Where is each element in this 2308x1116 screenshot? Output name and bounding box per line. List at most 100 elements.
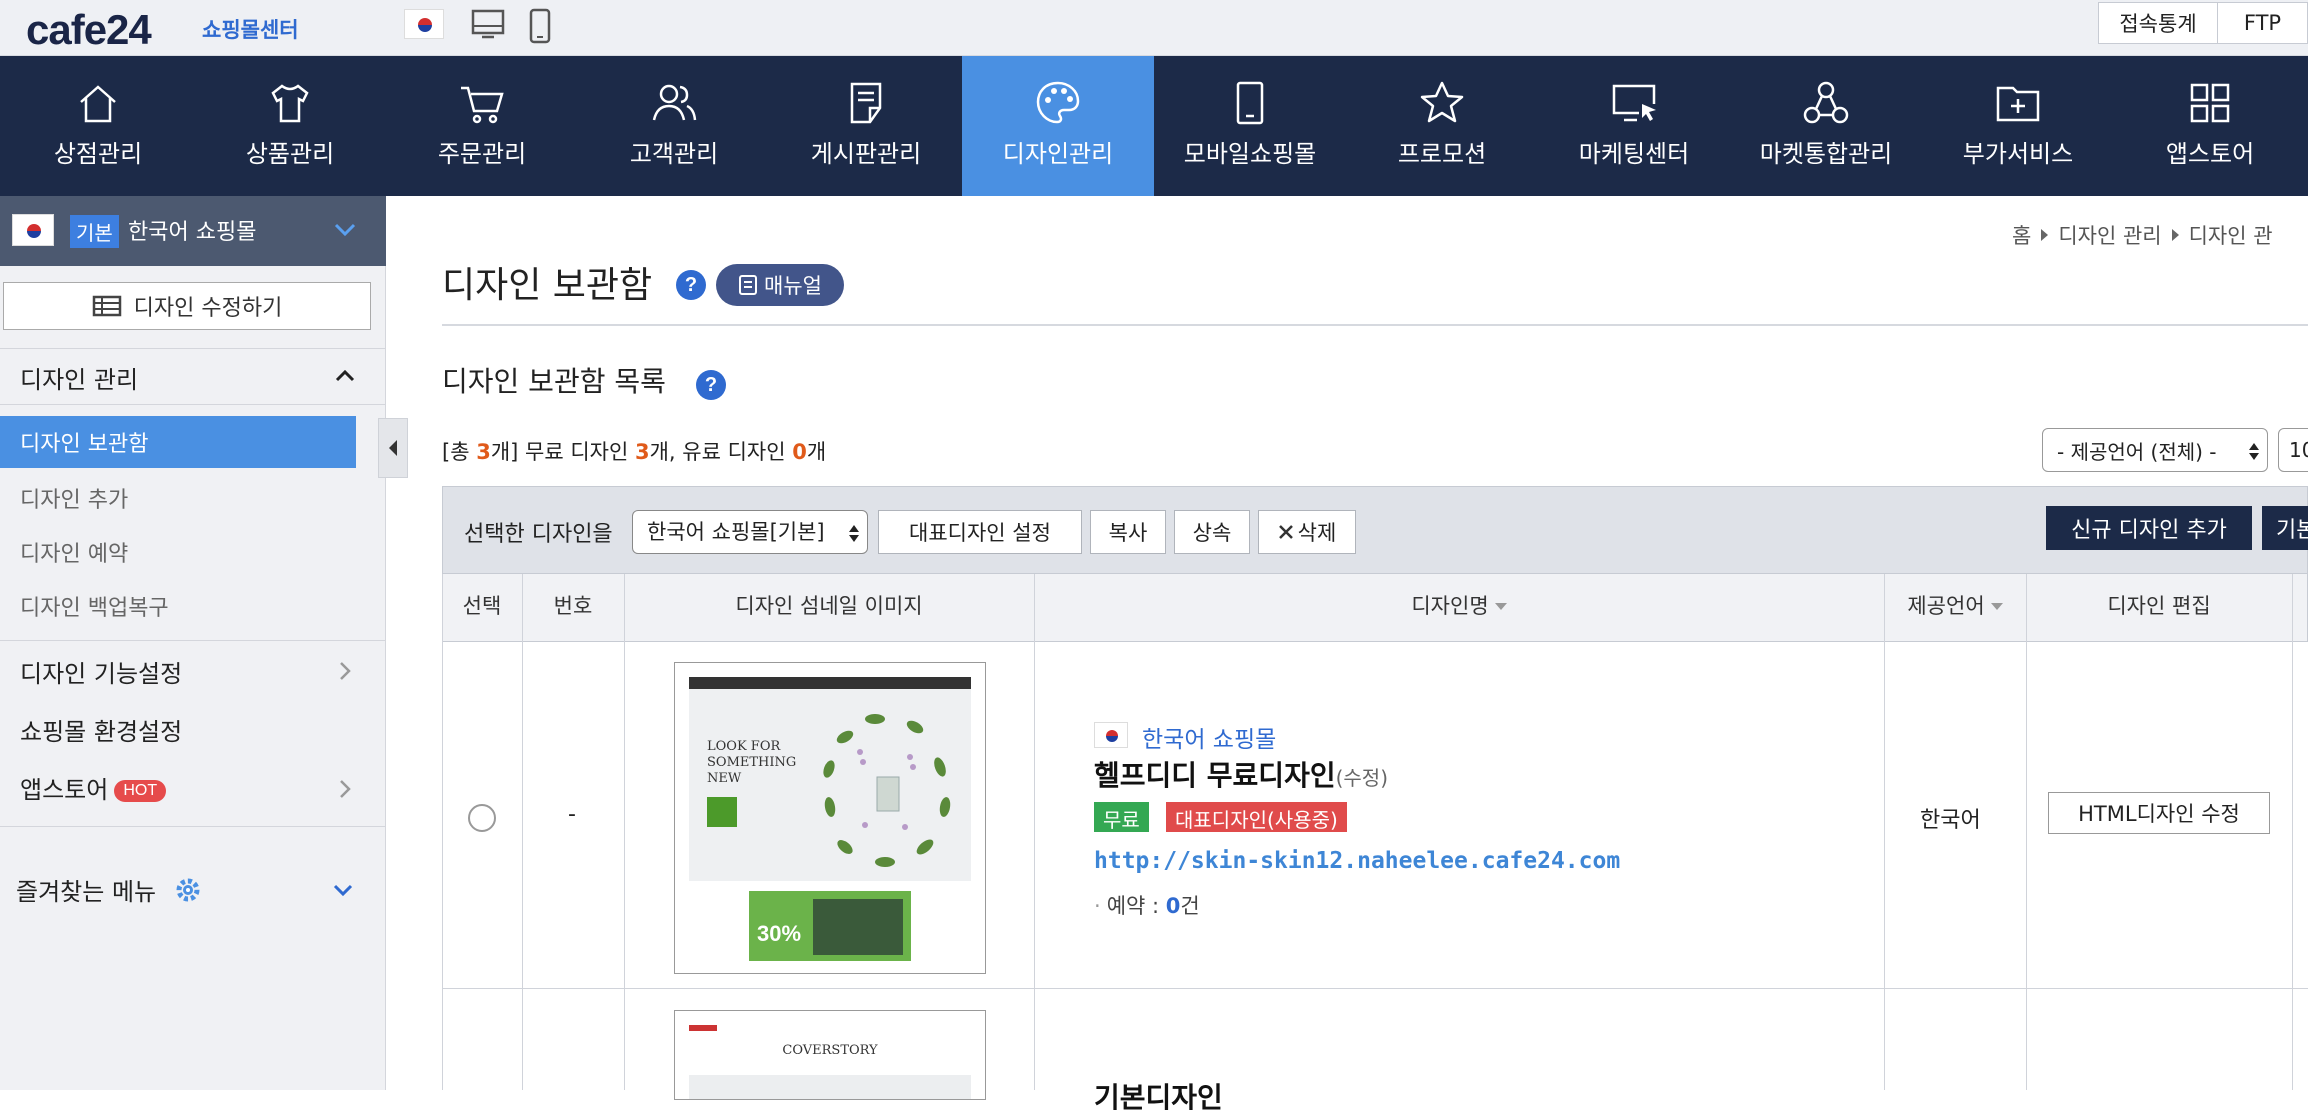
thumb-banner-sale: 30%	[757, 921, 802, 946]
sort-arrow-icon	[1990, 603, 2003, 610]
sidebar-collapse-toggle[interactable]	[378, 418, 408, 478]
extra-action-button[interactable]: 기본	[2262, 506, 2308, 550]
nav-design-manage[interactable]: 디자인관리	[962, 56, 1154, 196]
design-thumbnail[interactable]: COVERSTORY	[674, 1010, 986, 1100]
hot-badge: HOT	[114, 780, 167, 802]
delete-button[interactable]: 삭제	[1258, 510, 1356, 554]
manual-button[interactable]: 매뉴얼	[716, 264, 844, 306]
grid-line	[522, 574, 523, 1090]
users-icon	[652, 84, 697, 121]
thumb-headline: LOOK FOR SOMETHING NEW	[707, 739, 797, 786]
edit-design-button[interactable]: 디자인 수정하기	[3, 282, 371, 330]
sidebar-item-appstore[interactable]: 앱스토어 HOT	[20, 770, 167, 805]
nav-addon-service[interactable]: 부가서비스	[1922, 56, 2114, 196]
chevron-up-icon[interactable]	[334, 368, 356, 384]
col-design-name[interactable]: 디자인명	[1034, 590, 1884, 620]
design-url-link[interactable]: http://skin-skin12.naheelee.cafe24.com	[1094, 848, 1620, 874]
design-name[interactable]: 기본디자인	[1094, 1076, 1223, 1116]
edit-design-label: 디자인 수정하기	[133, 296, 283, 321]
thumb-header-bar	[689, 677, 971, 689]
nav-market-integration[interactable]: 마켓통합관리	[1730, 56, 1922, 196]
reservation-unit: 건	[1180, 894, 1200, 918]
section-title: 디자인 보관함 목록	[442, 365, 666, 398]
target-shop-select[interactable]: 한국어 쇼핑몰[기본]	[632, 510, 868, 554]
folder-plus-icon	[1996, 86, 2040, 122]
page-size-select[interactable]: 10	[2278, 428, 2308, 472]
nav-product-manage[interactable]: 상품관리	[194, 56, 386, 196]
inherit-button[interactable]: 상속	[1174, 510, 1250, 554]
nav-board-manage[interactable]: 게시판관리	[770, 56, 962, 196]
col-thumbnail: 디자인 섬네일 이미지	[735, 594, 923, 618]
design-thumbnail[interactable]: LOOK FOR SOMETHING NEW 30%	[674, 662, 986, 974]
nav-order-manage[interactable]: 주문관리	[386, 56, 578, 196]
sidebar-item-design-reserve[interactable]: 디자인 예약	[20, 536, 128, 568]
cafe24-logo[interactable]: cafe24	[26, 6, 152, 54]
design-name-text: 헬프디디 무료디자인	[1094, 759, 1336, 792]
row-select-radio[interactable]	[468, 804, 496, 832]
chevron-right-icon	[340, 780, 351, 798]
sidebar: 기본 한국어 쇼핑몰 디자인 수정하기 디자인 관리 디자인 보관함 디자인 추…	[0, 196, 386, 1090]
sidebar-item-feature-settings[interactable]: 디자인 기능설정	[20, 654, 182, 689]
mobile-device-icon[interactable]	[528, 8, 552, 48]
nav-label: 마켓통합관리	[1759, 140, 1893, 168]
sidebar-item-design-add[interactable]: 디자인 추가	[20, 482, 128, 514]
summary-text: [총	[442, 440, 477, 464]
sidebar-item-design-backup[interactable]: 디자인 백업복구	[20, 590, 169, 622]
grid-line	[624, 574, 625, 1090]
language-filter-select[interactable]: - 제공언어 (전체) -	[2042, 428, 2268, 472]
nav-app-store[interactable]: 앱스토어	[2114, 56, 2306, 196]
breadcrumb-design-manage[interactable]: 디자인 관리	[2058, 224, 2161, 248]
new-design-button[interactable]: 신규 디자인 추가	[2046, 506, 2252, 550]
set-representative-button[interactable]: 대표디자인 설정	[878, 510, 1082, 554]
language-filter-value: - 제공언어 (전체) -	[2057, 439, 2217, 464]
summary-paid: 0	[792, 440, 807, 464]
thumb-green-block	[707, 797, 737, 827]
summary-text: 개] 무료 디자인	[490, 440, 635, 464]
sort-arrow-icon	[1494, 603, 1507, 610]
grid-icon	[2190, 83, 2230, 123]
summary-count: [총 3개] 무료 디자인 3개, 유료 디자인 0개	[442, 436, 826, 466]
shop-link[interactable]: 한국어 쇼핑몰	[1142, 720, 1276, 754]
design-name[interactable]: 헬프디디 무료디자인(수정)	[1094, 754, 1388, 794]
nav-label: 고객관리	[629, 140, 719, 168]
chevron-down-icon	[334, 223, 356, 237]
breadcrumb-home[interactable]: 홈	[2012, 224, 2031, 248]
shopping-center-label: 쇼핑몰센터	[202, 18, 299, 42]
bullet-icon: ·	[1094, 894, 1101, 918]
gear-icon[interactable]	[174, 876, 202, 904]
col-language[interactable]: 제공언어	[1884, 590, 2026, 620]
nav-label: 디자인관리	[1002, 140, 1114, 168]
nav-promotion[interactable]: 프로모션	[1346, 56, 1538, 196]
col-design-name-label: 디자인명	[1411, 594, 1489, 618]
sidebar-item-design-storage[interactable]: 디자인 보관함	[0, 416, 356, 468]
korea-flag-icon[interactable]	[404, 9, 444, 39]
korea-flag-icon	[12, 214, 54, 246]
html-edit-button[interactable]: HTML디자인 수정	[2048, 792, 2270, 834]
nav-mobile-shop[interactable]: 모바일쇼핑몰	[1154, 56, 1346, 196]
top-bar: cafe24 쇼핑몰센터 접속통계 FTP	[0, 0, 2308, 56]
nav-store-manage[interactable]: 상점관리	[2, 56, 194, 196]
favorites-menu[interactable]: 즐겨찾는 메뉴	[16, 872, 202, 907]
divider	[0, 826, 386, 827]
monitor-cursor-icon	[1612, 84, 1656, 122]
col-design-edit: 디자인 편집	[2107, 594, 2211, 618]
breadcrumb-current: 디자인 관	[2188, 224, 2273, 248]
reservation-number[interactable]: 0	[1166, 894, 1181, 918]
shop-selector[interactable]: 기본 한국어 쇼핑몰	[0, 196, 386, 266]
copy-button[interactable]: 복사	[1090, 510, 1166, 554]
breadcrumb: 홈 디자인 관리 디자인 관	[2012, 220, 2273, 250]
desktop-icon[interactable]	[470, 8, 506, 44]
nav-customer-manage[interactable]: 고객관리	[578, 56, 770, 196]
design-name-edit-link[interactable]: (수정)	[1336, 766, 1388, 790]
ftp-button[interactable]: FTP	[2217, 2, 2308, 44]
help-icon[interactable]: ?	[696, 370, 726, 400]
help-icon[interactable]: ?	[676, 270, 706, 300]
representative-badge: 대표디자인(사용중)	[1166, 802, 1347, 832]
summary-free: 3	[634, 440, 650, 464]
sidebar-item-shop-env[interactable]: 쇼핑몰 환경설정	[20, 712, 182, 747]
chevron-down-icon[interactable]	[332, 882, 354, 898]
design-manage-header[interactable]: 디자인 관리	[20, 360, 138, 395]
nav-marketing-center[interactable]: 마케팅센터	[1538, 56, 1730, 196]
language-cell: 한국어	[1920, 808, 1981, 833]
stats-button[interactable]: 접속통계	[2098, 2, 2218, 44]
